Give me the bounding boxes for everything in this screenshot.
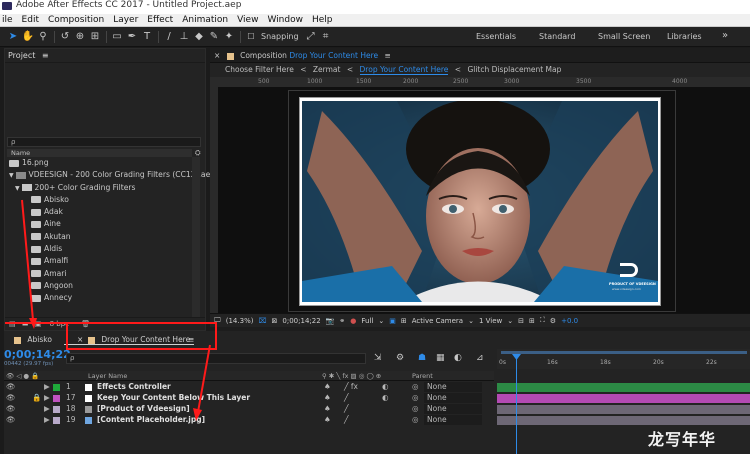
watermark-text: 龙写年华 [648, 430, 717, 449]
annotation-arrows [21, 199, 211, 421]
